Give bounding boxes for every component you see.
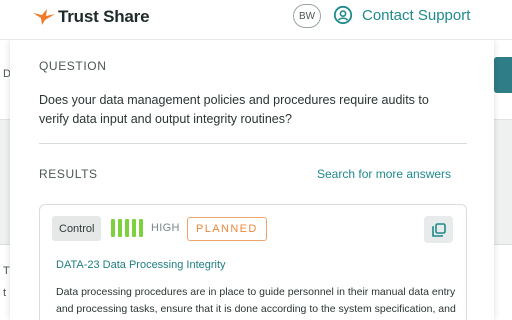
brand-name: Trust Share [58, 7, 150, 26]
confidence-level-label: HIGH [151, 222, 180, 234]
status-badge: PLANNED [187, 217, 267, 241]
contact-support-button[interactable]: Contact Support [333, 5, 470, 25]
copy-icon [431, 222, 446, 237]
confidence-bars [111, 219, 146, 237]
confidence-bar [118, 219, 122, 237]
confidence-bar [139, 219, 143, 237]
control-description: Data processing procedures are in place … [56, 286, 456, 320]
support-agent-icon [333, 5, 353, 25]
section-divider [39, 143, 467, 144]
question-section-label: QUESTION [39, 59, 107, 73]
search-more-answers-link[interactable]: Search for more answers [317, 167, 451, 181]
question-text: Does your data management policies and p… [39, 93, 429, 126]
background-teal-button [494, 57, 512, 93]
answer-panel: QUESTION Does your data management polic… [10, 40, 494, 320]
background-text-fragment: T [3, 265, 10, 277]
control-type-tag: Control [52, 216, 102, 241]
result-card: Control HIGH PLANNED DATA-23 Data Proces… [39, 204, 467, 320]
user-avatar[interactable]: BW [293, 4, 321, 28]
confidence-bar [132, 219, 136, 237]
top-header: Trust Share BW Contact Support [0, 0, 512, 40]
control-title: DATA-23 Data Processing Integrity [56, 259, 226, 271]
bird-logo-icon [33, 9, 55, 25]
results-section-label: RESULTS [39, 167, 98, 181]
brand-logo[interactable]: Trust Share [33, 6, 150, 28]
copy-button[interactable] [424, 216, 453, 243]
contact-support-label: Contact Support [362, 6, 471, 24]
confidence-bar [111, 219, 115, 237]
background-text-fragment: t [3, 287, 7, 299]
confidence-bar [125, 219, 129, 237]
